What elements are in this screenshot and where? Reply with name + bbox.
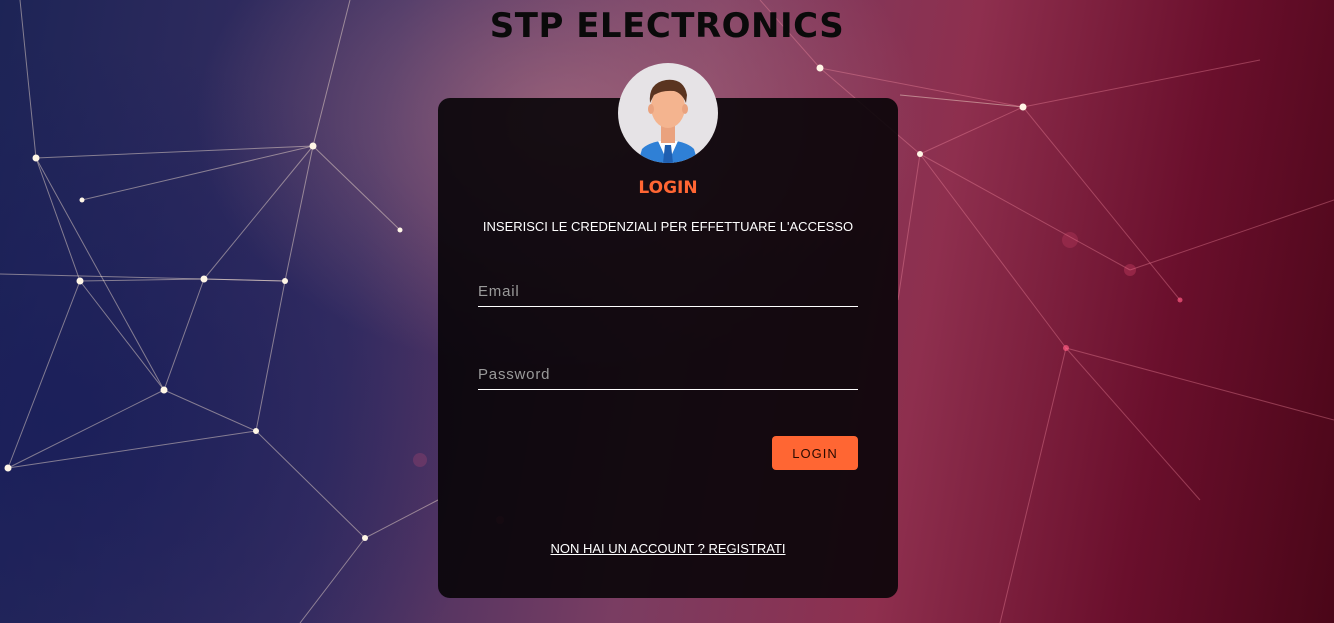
login-card: LOGIN INSERISCI LE CREDENZIALI PER EFFET…: [438, 98, 898, 598]
register-link[interactable]: NON HAI UN ACCOUNT ? REGISTRATI: [438, 541, 898, 556]
user-avatar-icon: [618, 63, 718, 163]
login-button[interactable]: LOGIN: [772, 436, 858, 470]
brand-title: STP ELECTRONICS: [489, 6, 845, 46]
login-subtitle: INSERISCI LE CREDENZIALI PER EFFETTUARE …: [482, 219, 854, 234]
login-title: LOGIN: [638, 178, 698, 198]
password-field[interactable]: [478, 359, 858, 390]
email-field[interactable]: [478, 276, 858, 307]
